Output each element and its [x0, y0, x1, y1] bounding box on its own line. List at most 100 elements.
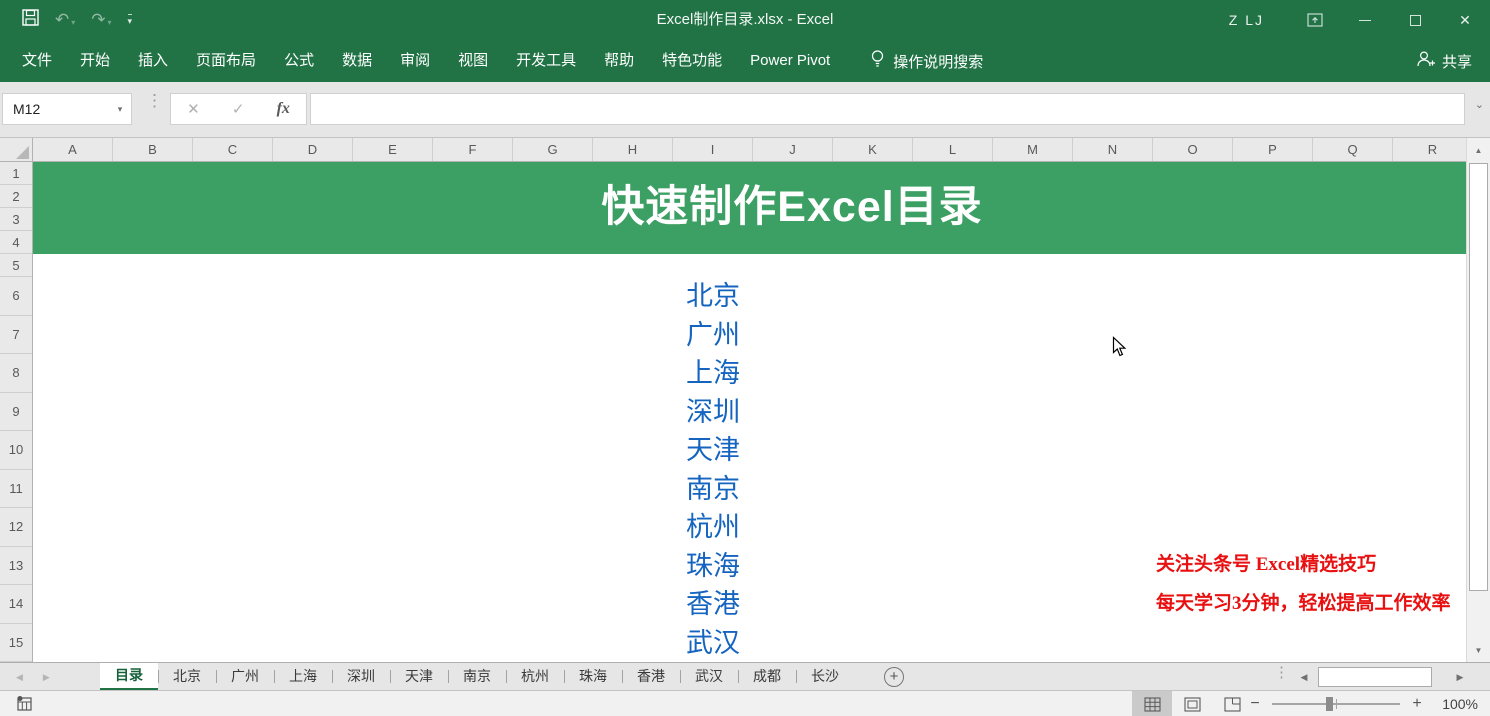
column-header[interactable]: L — [913, 138, 993, 161]
column-header[interactable]: R — [1393, 138, 1466, 161]
column-header[interactable]: K — [833, 138, 913, 161]
tabbar-resize-grip-icon[interactable]: ⋮ — [1274, 668, 1289, 677]
scroll-up-icon[interactable]: ▲ — [1467, 138, 1490, 162]
column-header[interactable]: P — [1233, 138, 1313, 161]
zoom-slider-thumb[interactable] — [1326, 697, 1333, 711]
sheet-tab[interactable]: 杭州 — [506, 663, 564, 691]
column-header[interactable]: J — [753, 138, 833, 161]
formula-bar-expand-icon[interactable]: ⌄ — [1475, 98, 1484, 111]
column-header[interactable]: C — [193, 138, 273, 161]
new-sheet-button[interactable]: + — [884, 667, 904, 687]
insert-function-button[interactable]: fx — [277, 100, 290, 118]
ribbon-tab[interactable]: 开发工具 — [502, 40, 590, 82]
account-user[interactable]: Z LJ — [1229, 12, 1264, 28]
row-header[interactable]: 3 — [0, 208, 32, 231]
sheet-tab[interactable]: 目录 — [100, 663, 158, 691]
title-banner-cell[interactable]: 快速制作Excel目录 — [33, 162, 1466, 254]
row-header[interactable]: 14 — [0, 585, 32, 624]
zoom-slider[interactable] — [1272, 703, 1400, 705]
column-header[interactable]: M — [993, 138, 1073, 161]
column-header[interactable]: E — [353, 138, 433, 161]
column-header[interactable]: I — [673, 138, 753, 161]
horizontal-scrollbar[interactable]: ◀ ▶ — [1292, 663, 1472, 691]
row-header[interactable]: 1 — [0, 162, 32, 185]
directory-link[interactable]: 广州 — [33, 316, 1393, 355]
cancel-button[interactable]: ✕ — [187, 100, 200, 118]
directory-link[interactable]: 北京 — [33, 277, 1393, 316]
close-button[interactable]: ✕ — [1440, 0, 1490, 40]
scroll-down-icon[interactable]: ▼ — [1467, 638, 1490, 662]
ribbon-tab[interactable]: 文件 — [8, 40, 66, 82]
page-layout-view-button[interactable] — [1172, 691, 1212, 716]
name-box-dropdown-icon[interactable]: ▾ — [109, 104, 131, 115]
row-header[interactable]: 5 — [0, 254, 32, 277]
row-header[interactable]: 6 — [0, 277, 32, 316]
zoom-in-button[interactable]: + — [1410, 695, 1424, 713]
sheet-tab[interactable]: 武汉 — [680, 663, 738, 691]
column-header[interactable]: Q — [1313, 138, 1393, 161]
maximize-button[interactable] — [1390, 0, 1440, 40]
customize-qat-button[interactable]: ▾ — [128, 14, 133, 27]
column-header[interactable]: H — [593, 138, 673, 161]
column-header[interactable]: B — [113, 138, 193, 161]
row-header[interactable]: 15 — [0, 624, 32, 663]
ribbon-tab[interactable]: 审阅 — [386, 40, 444, 82]
worksheet-area[interactable]: 快速制作Excel目录 北京广州上海深圳天津南京杭州珠海香港武汉 关注头条号 E… — [33, 162, 1466, 662]
sheet-tab[interactable]: 北京 — [158, 663, 216, 691]
row-header[interactable]: 7 — [0, 316, 32, 355]
directory-link[interactable]: 杭州 — [33, 508, 1393, 547]
column-header[interactable]: D — [273, 138, 353, 161]
sheet-tab[interactable]: 深圳 — [332, 663, 390, 691]
horizontal-scrollbar-thumb[interactable] — [1318, 667, 1432, 687]
sheet-tab[interactable]: 长沙 — [796, 663, 854, 691]
column-header[interactable]: F — [433, 138, 513, 161]
sheet-tab[interactable]: 天津 — [390, 663, 448, 691]
ribbon-tab[interactable]: Power Pivot — [736, 40, 844, 82]
ribbon-tab[interactable]: 页面布局 — [182, 40, 270, 82]
row-header[interactable]: 11 — [0, 470, 32, 509]
minimize-button[interactable] — [1340, 0, 1390, 40]
directory-link[interactable]: 深圳 — [33, 393, 1393, 432]
row-header[interactable]: 9 — [0, 393, 32, 432]
row-header[interactable]: 2 — [0, 185, 32, 208]
zoom-out-button[interactable]: − — [1248, 695, 1262, 713]
column-header[interactable]: A — [33, 138, 113, 161]
scroll-left-icon[interactable]: ◀ — [1292, 672, 1316, 683]
directory-link[interactable]: 南京 — [33, 470, 1393, 509]
row-header[interactable]: 8 — [0, 354, 32, 393]
vertical-scrollbar[interactable]: ▲ ▼ — [1466, 138, 1490, 662]
row-header[interactable]: 12 — [0, 508, 32, 547]
ribbon-tab[interactable]: 开始 — [66, 40, 124, 82]
row-header[interactable]: 13 — [0, 547, 32, 586]
tell-me-search[interactable]: 操作说明搜索 — [870, 49, 983, 73]
ribbon-tab[interactable]: 插入 — [124, 40, 182, 82]
directory-link[interactable]: 天津 — [33, 431, 1393, 470]
undo-button[interactable]: ↶▾ — [55, 10, 75, 30]
vertical-scrollbar-thumb[interactable] — [1469, 163, 1488, 591]
column-header[interactable]: N — [1073, 138, 1153, 161]
ribbon-display-options-button[interactable] — [1290, 0, 1340, 40]
ribbon-tab[interactable]: 公式 — [270, 40, 328, 82]
sheet-nav-right-icon[interactable]: ▶ — [43, 672, 50, 683]
sheet-tab[interactable]: 香港 — [622, 663, 680, 691]
column-header[interactable]: G — [513, 138, 593, 161]
row-header[interactable]: 10 — [0, 431, 32, 470]
row-header[interactable]: 4 — [0, 231, 32, 254]
column-header[interactable]: O — [1153, 138, 1233, 161]
share-button[interactable]: 共享 — [1416, 40, 1472, 82]
ribbon-tab[interactable]: 特色功能 — [648, 40, 736, 82]
macro-record-button[interactable] — [16, 695, 34, 716]
sheet-nav-left-icon[interactable]: ◀ — [16, 672, 23, 683]
name-box[interactable]: M12 ▾ — [2, 93, 132, 125]
zoom-level[interactable]: 100% — [1434, 696, 1478, 712]
formula-bar-grip-icon[interactable]: ⋮ — [146, 96, 163, 105]
redo-button[interactable]: ↷▾ — [91, 10, 111, 30]
sheet-tab[interactable]: 南京 — [448, 663, 506, 691]
ribbon-tab[interactable]: 帮助 — [590, 40, 648, 82]
sheet-tab[interactable]: 广州 — [216, 663, 274, 691]
ribbon-tab[interactable]: 视图 — [444, 40, 502, 82]
sheet-tab[interactable]: 珠海 — [564, 663, 622, 691]
save-icon[interactable] — [22, 9, 39, 31]
scroll-right-icon[interactable]: ▶ — [1448, 672, 1472, 683]
directory-link[interactable]: 武汉 — [33, 624, 1393, 663]
